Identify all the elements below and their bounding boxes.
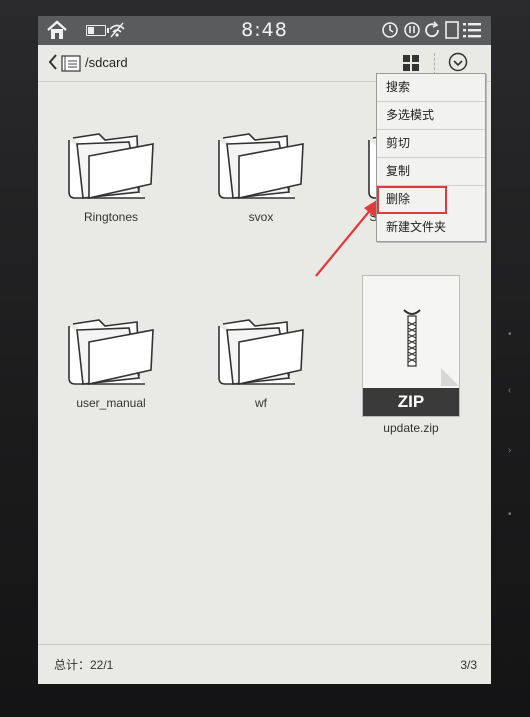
item-count: 总计：22/1 [54, 658, 114, 672]
item-label: Ringtones [83, 210, 139, 224]
folder-item[interactable]: Ringtones [51, 122, 171, 224]
toolbar-divider [434, 53, 436, 75]
grid-view-icon[interactable] [402, 54, 420, 72]
folder-icon [68, 133, 154, 200]
screen: 8:48 /sdcard Ringtones svox user_manual … [38, 16, 491, 684]
zip-file-item[interactable]: ZIP update.zip [351, 275, 471, 435]
menu-item-search[interactable]: 搜索 [377, 74, 485, 102]
folder-icon [218, 133, 304, 200]
item-label: user_manual [76, 396, 146, 410]
menu-item-multi-select[interactable]: 多选模式 [377, 102, 485, 130]
bezel-prev-mark[interactable]: ‹ [508, 386, 518, 396]
power-icon[interactable] [403, 21, 421, 39]
item-label: update.zip [383, 421, 439, 435]
menu-item-delete[interactable]: 删除 [377, 186, 447, 214]
bezel-dot: • [508, 329, 512, 340]
page-fold [441, 368, 459, 386]
menu-item-cut[interactable]: 剪切 [377, 130, 485, 158]
folder-icon [61, 55, 81, 72]
menu-item-new-folder[interactable]: 新建文件夹 [377, 214, 485, 241]
folder-item[interactable]: svox [201, 122, 321, 224]
page-indicator: 3/3 [460, 658, 477, 672]
folder-icon [218, 319, 304, 386]
folder-item[interactable]: user_manual [51, 308, 171, 410]
menu-item-copy[interactable]: 复制 [377, 158, 485, 186]
refresh-icon[interactable] [423, 21, 441, 39]
bezel-dot: • [508, 509, 512, 520]
zip-badge: ZIP [363, 388, 459, 416]
folder-icon [68, 319, 154, 386]
folder-item[interactable]: wf [201, 308, 321, 410]
back-icon[interactable] [48, 54, 58, 70]
context-menu: 搜索 多选模式 剪切 复制 删除 新建文件夹 [376, 73, 486, 242]
item-label: wf [255, 396, 267, 410]
sync-icon[interactable] [381, 21, 399, 39]
footer: 总计：22/1 3/3 [38, 644, 491, 684]
zip-file-icon: ZIP [362, 275, 460, 417]
current-path: /sdcard [85, 55, 128, 70]
zipper-icon [403, 309, 421, 367]
check-circle-icon[interactable] [447, 51, 469, 73]
status-bar: 8:48 [38, 16, 491, 45]
item-label: svox [248, 210, 274, 224]
tablet-icon[interactable] [443, 21, 461, 39]
menu-icon[interactable] [462, 21, 482, 39]
bezel-next-mark[interactable]: › [508, 446, 518, 456]
